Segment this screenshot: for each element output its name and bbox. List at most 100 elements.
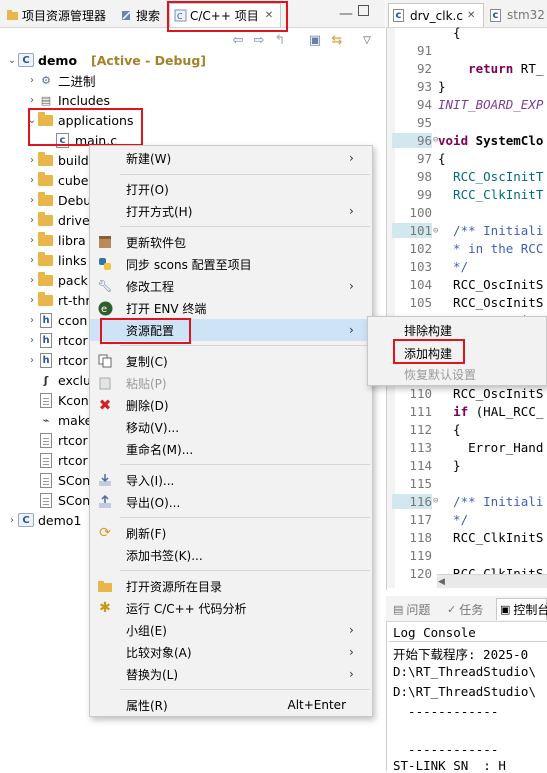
- file-icon: [40, 492, 52, 508]
- menu-item-open-directory[interactable]: 打开资源所在目录: [90, 575, 372, 597]
- up-icon[interactable]: ↰: [271, 31, 289, 49]
- minimize-icon[interactable]: —: [339, 6, 353, 22]
- tab-search[interactable]: 搜索: [116, 3, 164, 27]
- tree-item-label: applications: [58, 112, 134, 128]
- menu-item-code-analysis[interactable]: ✱ 运行 C/C++ 代码分析: [90, 597, 372, 619]
- close-icon[interactable]: ✕: [265, 10, 273, 21]
- code-line: {: [392, 23, 461, 41]
- menu-item-open[interactable]: 打开(O): [90, 178, 372, 200]
- menu-item-rename[interactable]: 重命名(M)...: [90, 438, 372, 460]
- menu-item-compare[interactable]: 比较对象(A) ›: [90, 641, 372, 663]
- tree-item-applications[interactable]: ⌄ applications: [26, 110, 133, 130]
- tree-item[interactable]: › ▤ Includes: [26, 90, 110, 110]
- menu-item-new[interactable]: 新建(W) ›: [90, 147, 372, 169]
- close-icon[interactable]: ✕: [467, 10, 475, 21]
- tree-item[interactable]: › Debu: [26, 190, 91, 210]
- tree-item[interactable]: ⌁ make: [38, 410, 93, 430]
- chevron-right-icon[interactable]: ›: [26, 255, 38, 266]
- chevron-right-icon[interactable]: ›: [26, 75, 38, 86]
- code-text: {: [438, 150, 446, 166]
- tree-project-demo1[interactable]: › C demo1: [6, 510, 81, 530]
- tree-item[interactable]: Kcon: [38, 390, 89, 410]
- code-text: * in the RCC: [438, 241, 544, 257]
- chevron-down-icon[interactable]: ⌄: [26, 115, 38, 126]
- menu-item-paste[interactable]: 粘贴(P): [90, 372, 372, 394]
- chevron-right-icon[interactable]: ›: [26, 275, 38, 286]
- back-icon[interactable]: ⇦: [229, 31, 247, 49]
- tree-item[interactable]: rtcor: [38, 450, 88, 470]
- submenu-item-exclude-build[interactable]: 排除构建: [368, 320, 546, 340]
- tab-console[interactable]: ▣ 控制台: [496, 598, 547, 620]
- scroll-left-icon[interactable]: ◀: [438, 577, 445, 587]
- collapse-all-icon[interactable]: ▣: [306, 31, 324, 49]
- menu-label: 打开方式(H): [126, 204, 193, 219]
- tree-item[interactable]: › links: [26, 250, 87, 270]
- code-line: 114 }: [392, 456, 460, 474]
- chevron-right-icon[interactable]: ›: [26, 295, 38, 306]
- menu-item-update-packages[interactable]: 更新软件包: [90, 231, 372, 253]
- tree-item[interactable]: › h rtcor: [26, 350, 88, 370]
- chevron-right-icon[interactable]: ›: [6, 515, 18, 526]
- chevron-right-icon[interactable]: ›: [26, 155, 38, 166]
- tree-item-label: exclu: [58, 372, 91, 388]
- chevron-down-icon[interactable]: ⌄: [6, 55, 18, 66]
- menu-item-sync-scons[interactable]: 同步 scons 配置至项目: [90, 253, 372, 275]
- horizontal-scrollbar[interactable]: ◀: [437, 574, 547, 588]
- code-line: 97 {: [392, 149, 446, 167]
- submenu-item-add-build[interactable]: 添加构建: [368, 343, 546, 363]
- chevron-right-icon[interactable]: ›: [26, 315, 38, 326]
- tree-item[interactable]: SCon: [38, 490, 90, 510]
- line-number: 102: [409, 241, 432, 257]
- tree-item[interactable]: rtcor: [38, 430, 88, 450]
- tab-tasks[interactable]: ✓ 任务: [444, 598, 486, 620]
- chevron-right-icon[interactable]: ›: [26, 175, 38, 186]
- tree-item[interactable]: › pack: [26, 270, 88, 290]
- menu-item-add-bookmark[interactable]: 添加书签(K)...: [90, 544, 372, 566]
- menu-item-replace[interactable]: 替换为(L) ›: [90, 663, 372, 685]
- tree-item[interactable]: › rt-thr: [26, 290, 91, 310]
- menu-item-import[interactable]: 导入(I)...: [90, 469, 372, 491]
- tree-item[interactable]: › drive: [26, 210, 90, 230]
- tree-item-label: Kcon: [58, 392, 89, 408]
- view-menu-icon[interactable]: ▽: [358, 31, 376, 49]
- menu-item-open-with[interactable]: 打开方式(H) ›: [90, 200, 372, 222]
- chevron-right-icon[interactable]: ›: [26, 215, 38, 226]
- chevron-right-icon[interactable]: ›: [26, 235, 38, 246]
- link-editor-icon[interactable]: ⇆: [328, 31, 346, 49]
- tree-item[interactable]: › h ccon: [26, 310, 87, 330]
- menu-item-team[interactable]: 小组(E) ›: [90, 619, 372, 641]
- menu-item-resource-config[interactable]: 资源配置 ›: [90, 319, 372, 341]
- maximize-icon[interactable]: [358, 5, 369, 16]
- cpp-project-icon: C: [174, 9, 187, 22]
- submenu-item-restore-default[interactable]: 恢复默认设置: [368, 364, 546, 384]
- tab-stm32[interactable]: c stm32: [486, 3, 547, 27]
- tab-cpp-projects[interactable]: C C/C++ 项目 ✕: [169, 3, 281, 27]
- tree-item[interactable]: › h rtcor: [26, 330, 88, 350]
- menu-item-export[interactable]: 导出(O)...: [90, 491, 372, 513]
- tree-item[interactable]: SCon: [38, 470, 90, 490]
- chevron-right-icon[interactable]: ›: [26, 355, 38, 366]
- menu-item-properties[interactable]: 属性(R) Alt+Enter: [90, 694, 372, 716]
- tree-item[interactable]: › build: [26, 150, 89, 170]
- chevron-right-icon[interactable]: ›: [26, 195, 38, 206]
- console-line: 开始下载程序: 2025-0: [393, 647, 529, 662]
- code-text: RCC_OscInitS: [438, 295, 544, 311]
- tree-item[interactable]: › ⚙ 二进制: [26, 70, 96, 90]
- menu-item-delete[interactable]: ✖ 删除(D): [90, 394, 372, 416]
- forward-icon[interactable]: ⇨: [250, 31, 268, 49]
- tree-item[interactable]: ʃ exclu: [38, 370, 91, 390]
- menu-item-modify-project[interactable]: 🔧︎ 修改工程 ›: [90, 275, 372, 297]
- tree-item[interactable]: › libra: [26, 230, 86, 250]
- menu-item-copy[interactable]: 复制(C): [90, 350, 372, 372]
- menu-item-refresh[interactable]: ⟳ 刷新(F): [90, 522, 372, 544]
- line-number: 112: [409, 421, 432, 437]
- tab-problems[interactable]: ▤ 问题: [390, 598, 433, 620]
- chevron-right-icon[interactable]: ›: [26, 335, 38, 346]
- menu-item-move[interactable]: 移动(V)...: [90, 416, 372, 438]
- tree-item[interactable]: › cube: [26, 170, 88, 190]
- chevron-right-icon[interactable]: ›: [26, 95, 38, 106]
- menu-item-open-env[interactable]: e 打开 ENV 终端: [90, 297, 372, 319]
- menu-label: 新建(W): [126, 151, 172, 166]
- tab-project-explorer[interactable]: 项目资源管理器: [2, 3, 110, 27]
- tree-project-demo[interactable]: ⌄ C demo [Active - Debug]: [6, 50, 206, 70]
